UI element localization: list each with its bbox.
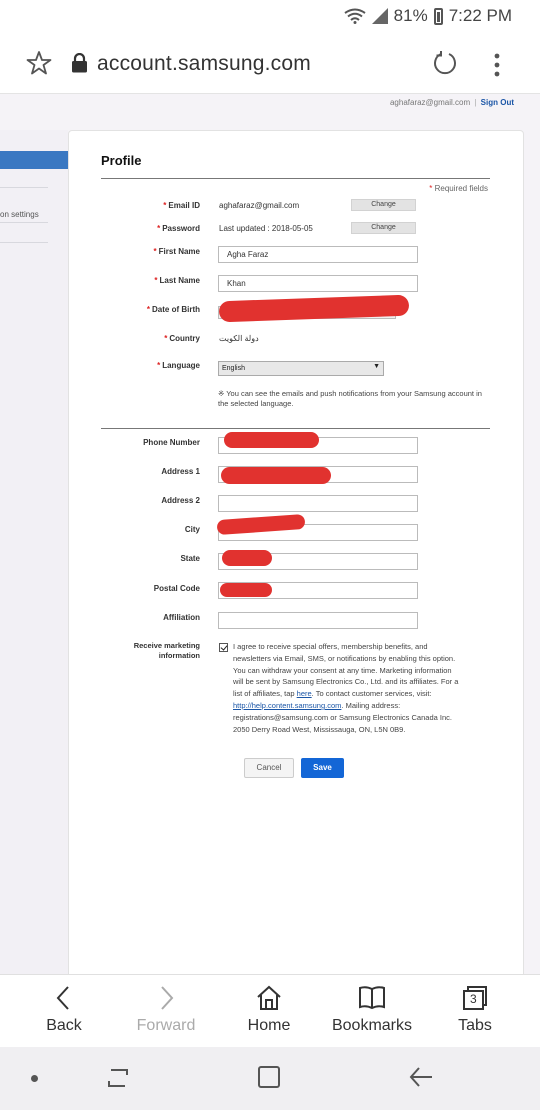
save-button[interactable]: Save <box>301 758 344 778</box>
back-icon <box>56 986 69 1010</box>
system-back-icon[interactable] <box>408 1065 434 1089</box>
battery-icon <box>433 7 443 25</box>
tab-count: 3 <box>470 992 477 1006</box>
redaction-mark <box>221 467 331 484</box>
cancel-button[interactable]: Cancel <box>244 758 294 778</box>
tabs-button[interactable]: Tabs 3 <box>425 985 525 1045</box>
bookmarks-label: Bookmarks <box>331 1017 413 1034</box>
wifi-icon <box>344 8 366 24</box>
more-menu-icon[interactable] <box>490 52 504 78</box>
forward-button[interactable]: Forward <box>116 985 216 1045</box>
browser-toolbar: Back Forward Home Bookmarks Tabs 3 <box>0 974 540 1047</box>
nav-item-settings[interactable]: on settings <box>0 210 39 219</box>
url-text[interactable]: account.samsung.com <box>97 52 311 76</box>
required-note: * Required fields <box>429 184 488 193</box>
email-change-button[interactable]: Change <box>351 199 416 211</box>
redaction-mark <box>220 583 272 597</box>
title-divider <box>101 178 490 179</box>
star-icon[interactable] <box>26 50 52 76</box>
state-label: State <box>180 554 200 563</box>
marketing-label: Receive marketing information <box>133 641 200 660</box>
nav-divider <box>0 187 48 188</box>
last-name-value: Khan <box>227 279 246 288</box>
country-label: * Country <box>164 334 200 343</box>
address2-label: Address 2 <box>161 496 200 505</box>
left-nav: on settings <box>0 130 68 974</box>
address2-input[interactable] <box>218 495 418 512</box>
sign-out-link[interactable]: Sign Out <box>481 98 514 107</box>
affiliates-link[interactable]: here <box>297 689 312 698</box>
home-square-icon[interactable] <box>257 1065 281 1089</box>
clock: 7:22 PM <box>448 6 512 25</box>
signal-icon <box>371 8 388 24</box>
profile-card: Profile * Required fields * Email ID agha… <box>68 130 524 974</box>
account-header: aghafaraz@gmail.com | Sign Out <box>390 98 514 107</box>
email-label: * Email ID <box>163 201 200 210</box>
email-value: aghafaraz@gmail.com <box>219 201 300 210</box>
password-change-button[interactable]: Change <box>351 222 416 234</box>
redaction-mark <box>224 432 319 448</box>
home-button[interactable]: Home <box>219 985 319 1045</box>
marketing-checkbox[interactable] <box>219 643 228 652</box>
nav-dot-icon[interactable] <box>31 1075 38 1082</box>
forward-icon <box>161 986 174 1010</box>
language-label: * Language <box>157 361 200 370</box>
bookmarks-button[interactable]: Bookmarks <box>322 985 422 1045</box>
last-name-input[interactable]: Khan <box>218 275 418 292</box>
recents-icon[interactable] <box>105 1067 131 1089</box>
affiliation-input[interactable] <box>218 612 418 629</box>
language-note: ※ You can see the emails and push notifi… <box>218 389 482 408</box>
password-label: * Password <box>157 224 200 233</box>
language-value: English <box>222 365 245 372</box>
language-select[interactable]: English ▼ <box>218 361 384 376</box>
password-value: Last updated : 2018-05-05 <box>219 224 313 233</box>
forward-label: Forward <box>136 1017 196 1034</box>
country-value: دولة الكويت <box>219 334 259 343</box>
bookmarks-icon <box>359 986 385 1010</box>
asterisk: * <box>429 184 433 193</box>
affiliation-label: Affiliation <box>163 613 200 622</box>
last-name-label: *KhanLast Name <box>154 276 200 285</box>
back-button[interactable]: Back <box>14 985 114 1045</box>
phone-label: Phone Number <box>143 438 200 447</box>
city-label: City <box>184 525 200 534</box>
home-label: Home <box>247 1017 291 1034</box>
nav-item-active[interactable] <box>0 151 68 169</box>
section-divider <box>101 428 490 429</box>
postal-code-label: Postal Code <box>153 584 200 593</box>
dropdown-arrow-icon: ▼ <box>373 363 380 370</box>
home-icon <box>257 985 281 1010</box>
system-nav-bar <box>0 1047 540 1110</box>
required-note-text: Required fields <box>434 184 488 193</box>
help-link[interactable]: http://help.content.samsung.com <box>233 701 341 710</box>
url-bar: account.samsung.com <box>0 34 540 94</box>
marketing-consent-text: I agree to receive special offers, membe… <box>233 642 459 734</box>
nav-divider <box>0 242 48 243</box>
first-name-input[interactable]: Agha Faraz <box>218 246 418 263</box>
status-bar: 81% 7:22 PM <box>0 0 540 34</box>
battery-percent: 81% <box>393 6 428 25</box>
user-email: aghafaraz@gmail.com <box>389 98 471 107</box>
lock-icon <box>72 53 87 73</box>
nav-divider <box>0 222 48 223</box>
back-label: Back <box>46 1017 82 1034</box>
dob-label: * Date of Birth <box>146 305 200 314</box>
first-name-label: * First Name <box>153 247 200 256</box>
reload-icon[interactable] <box>432 50 458 76</box>
separator: | <box>474 98 477 107</box>
page-title: Profile <box>101 153 142 168</box>
address1-label: Address 1 <box>161 467 200 476</box>
redaction-mark <box>222 550 272 566</box>
tabs-label: Tabs <box>458 1017 492 1034</box>
web-page: aghafaraz@gmail.com | Sign Out on settin… <box>0 94 540 974</box>
status-icons: 81% 7:22 PM <box>344 6 512 26</box>
